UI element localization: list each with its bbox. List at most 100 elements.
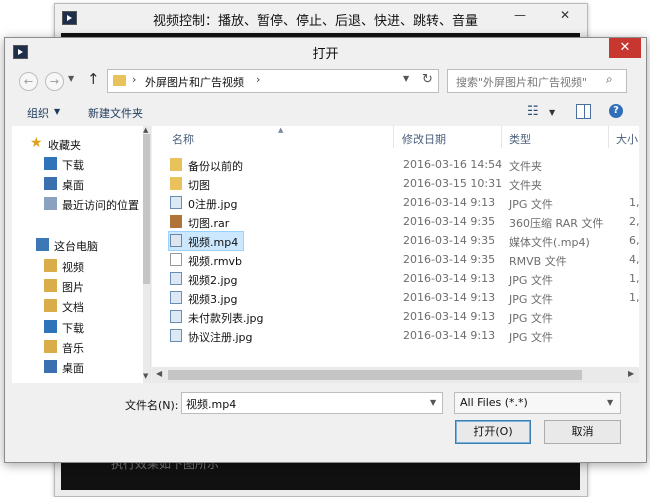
file-row[interactable]: 视频.rmvb 2016-03-14 9:35 RMVB 文件 4, [166,251,639,269]
scroll-down-icon[interactable]: ▼ [143,372,148,380]
videos-folder-icon [44,259,57,272]
file-date: 2016-03-14 9:35 [403,215,496,228]
help-icon[interactable]: ? [609,104,623,118]
nav-scrollbar[interactable]: ▲ ▼ [143,126,150,383]
nav-item-videos[interactable]: 视频 [12,256,142,276]
view-chevron-icon[interactable]: ▼ [549,108,555,117]
nav-item-label: 音乐 [62,342,84,355]
file-type: JPG 文件 [509,198,553,211]
music-folder-icon [44,340,57,353]
breadcrumb-current-folder[interactable]: 外屏图片和广告视频 [145,74,244,90]
scroll-up-icon[interactable]: ▲ [143,126,148,134]
nav-this-pc[interactable]: 这台电脑 [12,235,142,255]
nav-item-recent[interactable]: 最近访问的位置 [12,194,142,214]
file-row[interactable]: 切图 2016-03-15 10:31 文件夹 [166,175,636,193]
search-icon[interactable]: ⌕ [606,72,613,87]
address-history-chevron-icon[interactable]: ▼ [403,74,409,83]
file-name: 未付款列表.jpg [188,312,264,325]
file-type: RMVB 文件 [509,255,567,268]
back-arrow-icon[interactable]: ← [19,72,38,91]
pictures-folder-icon [44,279,57,292]
nav-scrollbar-thumb[interactable] [143,134,150,284]
nav-item-desktop[interactable]: 桌面 [12,174,142,194]
preview-pane-icon[interactable] [576,104,591,119]
download-folder-icon [44,320,57,333]
nav-item-desktop-pc[interactable]: 桌面 [12,357,142,377]
dialog-close-button[interactable]: ✕ [609,38,641,58]
file-list: ▲ 名称 修改日期 类型 大小 备份以前的 2016-03-16 14:54 文… [152,126,639,383]
search-input[interactable]: 搜索"外屏图片和广告视频" ⌕ [447,69,627,93]
image-file-icon [170,291,182,304]
archive-file-icon [170,215,182,228]
file-row[interactable]: 切图.rar 2016-03-14 9:35 360压缩 RAR 文件 2, [166,213,639,231]
file-type: JPG 文件 [509,274,553,287]
filename-input[interactable]: 视频.mp4 ▼ [181,392,443,414]
file-date: 2016-03-14 9:13 [403,329,496,342]
chevron-down-icon[interactable]: ▼ [607,398,613,407]
column-header-name[interactable]: 名称 [172,131,194,147]
recent-locations-chevron-icon[interactable]: ▼ [68,74,74,83]
cancel-button[interactable]: 取消 [544,420,621,444]
nav-item-downloads-pc[interactable]: 下载 [12,317,142,337]
column-header-type[interactable]: 类型 [509,131,531,147]
file-date: 2016-03-14 9:13 [403,272,496,285]
folder-icon [170,177,182,190]
file-row[interactable]: 0注册.jpg 2016-03-14 9:13 JPG 文件 1, [166,194,639,212]
documents-folder-icon [44,299,57,312]
horizontal-scrollbar[interactable]: ◀ ▶ [152,367,639,383]
file-date: 2016-03-14 9:35 [403,234,496,247]
nav-item-documents[interactable]: 文档 [12,296,142,316]
open-file-dialog: 打开 ✕ ← → ▼ ↑ › 外屏图片和广告视频 › ▼ ↻ 搜索"外屏图片和广… [4,37,647,463]
search-placeholder: 搜索"外屏图片和广告视频" [456,76,588,89]
file-date: 2016-03-14 9:13 [403,196,496,209]
scroll-left-icon[interactable]: ◀ [156,369,162,378]
file-type: JPG 文件 [509,312,553,325]
file-name: 视频.mp4 [188,236,239,249]
file-row[interactable]: 视频3.jpg 2016-03-14 9:13 JPG 文件 1, [166,289,639,307]
column-divider[interactable] [501,126,502,148]
new-folder-button[interactable]: 新建文件夹 [88,105,143,121]
forward-arrow-icon[interactable]: → [45,72,64,91]
column-header-date[interactable]: 修改日期 [402,131,446,147]
breadcrumb-separator[interactable]: › [132,73,136,86]
nav-item-pictures[interactable]: 图片 [12,276,142,296]
background-window-title: 视频控制：播放、暂停、停止、后退、快进、跳转、音量 [153,14,479,29]
file-name: 备份以前的 [188,160,243,173]
open-button[interactable]: 打开(O) [455,420,531,444]
close-button[interactable]: ✕ [549,4,581,26]
nav-item-music[interactable]: 音乐 [12,337,142,357]
file-row[interactable]: 协议注册.jpg 2016-03-14 9:13 JPG 文件 [166,327,636,345]
file-row[interactable]: 备份以前的 2016-03-16 14:54 文件夹 [166,156,636,174]
file-size: 4, [629,253,639,266]
video-file-icon [170,234,182,247]
nav-item-downloads[interactable]: 下载 [12,154,142,174]
organize-button[interactable]: 组织 [27,105,49,121]
nav-favorites[interactable]: ★ 收藏夹 [12,134,142,154]
file-row-selected[interactable]: 视频.mp4 2016-03-14 9:35 媒体文件(.mp4) 6, [166,231,639,251]
organize-chevron-icon[interactable]: ▼ [54,107,60,116]
address-bar[interactable]: › 外屏图片和广告视频 › ▼ ↻ [107,69,439,93]
nav-item-label: 最近访问的位置 [62,199,139,212]
filename-value[interactable]: 视频.mp4 [186,396,236,412]
breadcrumb-separator[interactable]: › [256,73,260,86]
video-area-bottom: 执行效果如下图所示 [61,457,580,490]
horizontal-scrollbar-thumb[interactable] [168,370,582,380]
scroll-right-icon[interactable]: ▶ [628,369,634,378]
folder-icon [113,75,126,86]
up-arrow-icon[interactable]: ↑ [87,70,100,88]
navigation-pane: ★ 收藏夹 下载 桌面 最近访问的位置 这台电脑 视频 图片 文档 下载 音乐 … [12,126,151,383]
image-file-icon [170,272,182,285]
view-options-icon[interactable]: ☷ [527,104,539,119]
column-divider[interactable] [608,126,609,148]
file-row[interactable]: 视频2.jpg 2016-03-14 9:13 JPG 文件 1, [166,270,639,288]
column-divider[interactable] [393,126,394,148]
filename-history-chevron-icon[interactable]: ▼ [430,398,436,407]
file-size: 1, [629,291,639,304]
file-name: 协议注册.jpg [188,331,253,344]
minimize-button[interactable]: — [507,4,533,26]
image-file-icon [170,196,182,209]
column-header-size[interactable]: 大小 [616,131,638,147]
refresh-icon[interactable]: ↻ [422,72,433,87]
file-row[interactable]: 未付款列表.jpg 2016-03-14 9:13 JPG 文件 [166,308,636,326]
file-type-filter-select[interactable]: All Files (*.*) ▼ [454,392,621,414]
